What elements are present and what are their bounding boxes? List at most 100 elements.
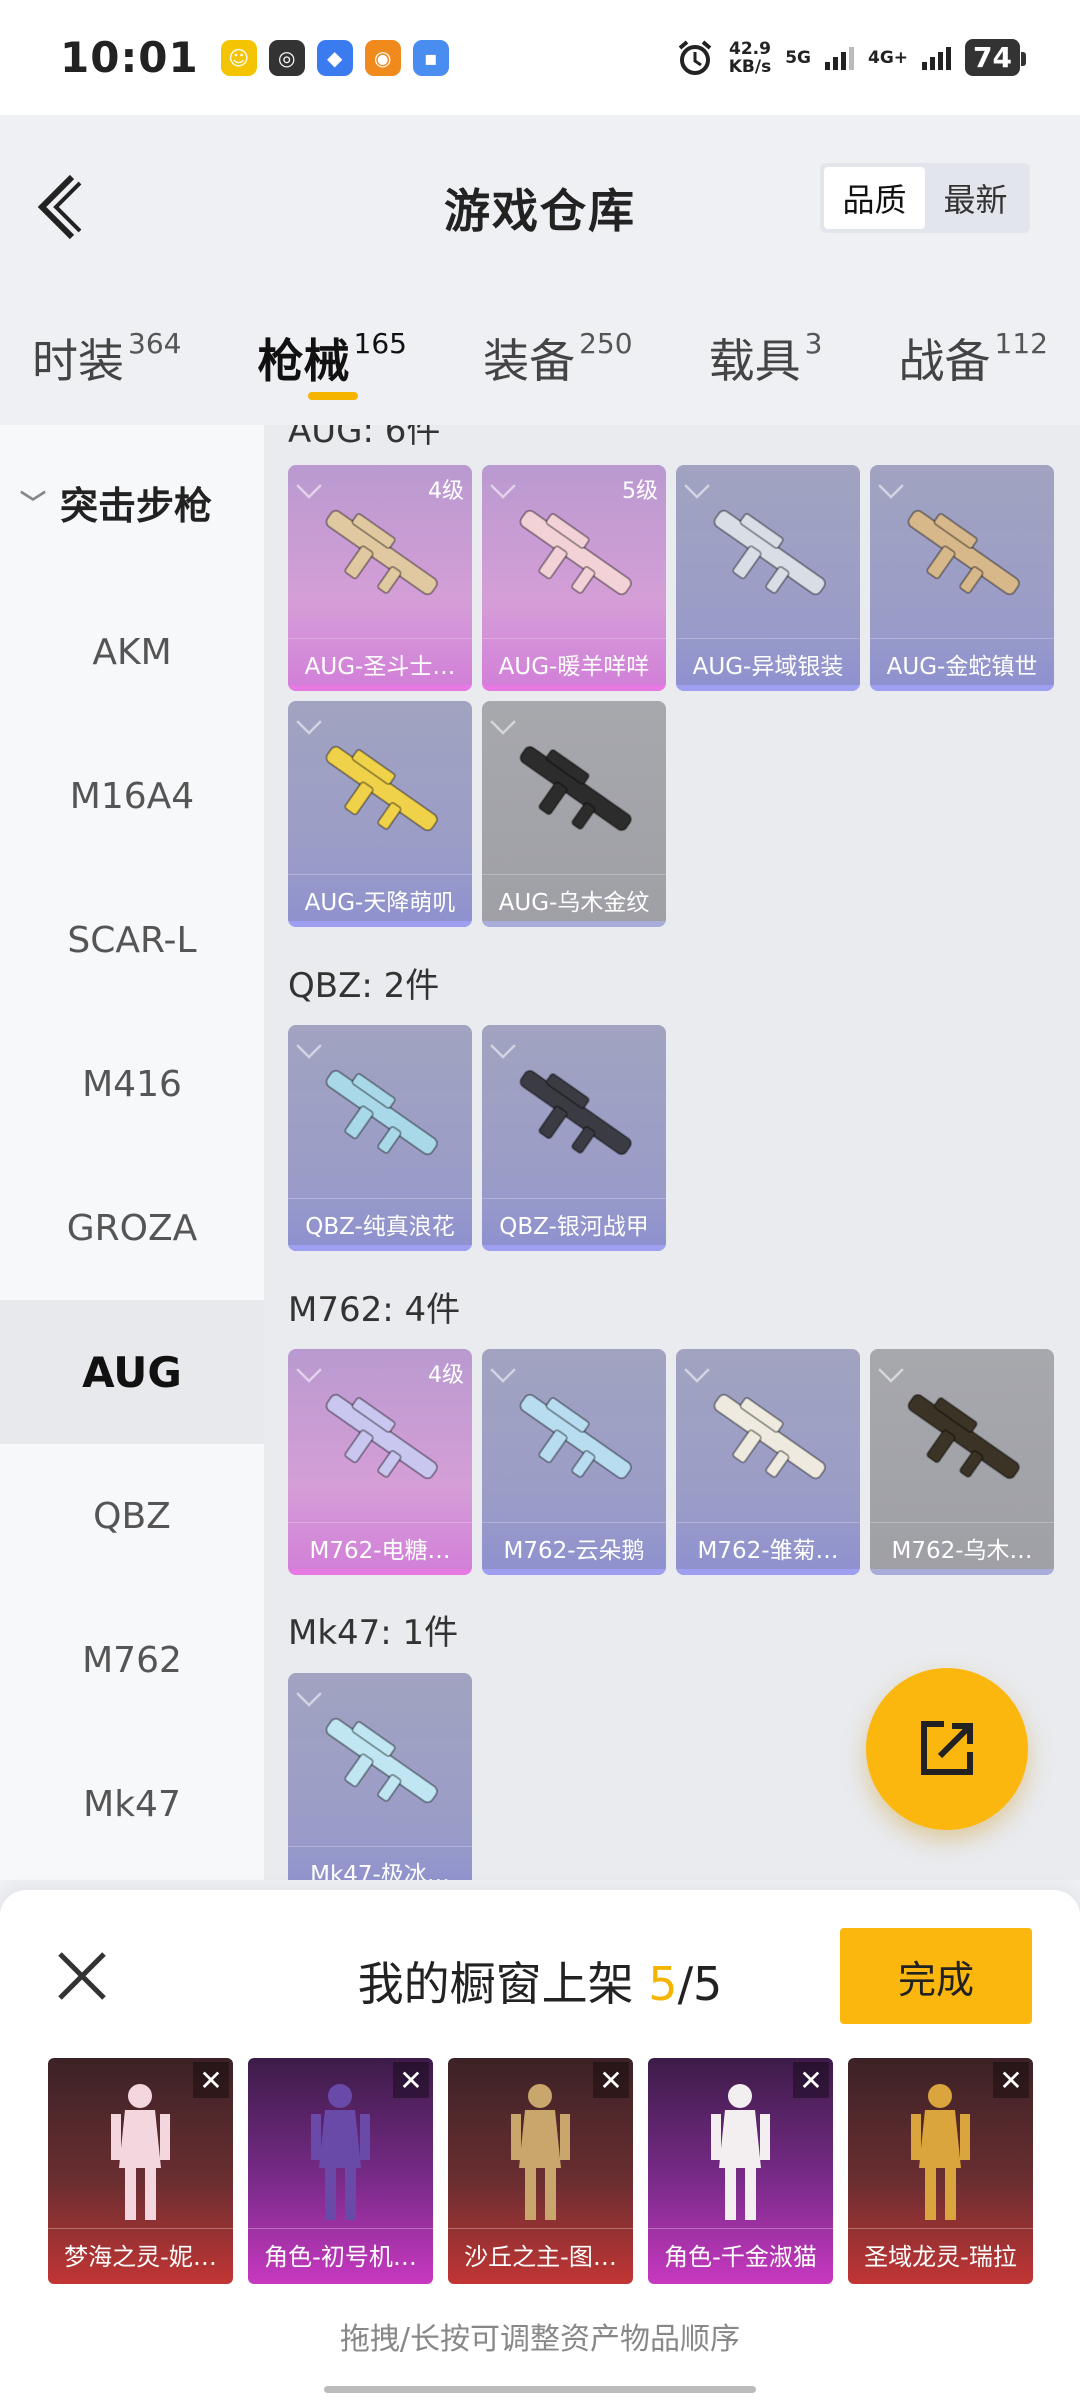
alarm-icon (678, 39, 712, 75)
weapon-image (713, 509, 826, 596)
rarity-bar (676, 685, 860, 691)
weapon-card[interactable]: AUG-异域银装 (676, 465, 860, 691)
notification-app-icons: ☺ ◎ ◆ ◉ ▪ (220, 39, 449, 76)
chevron-down-icon: ﹀ (20, 490, 47, 520)
active-tab-indicator (307, 392, 358, 400)
sidebar-item-akm[interactable]: AKM (0, 580, 264, 724)
weapon-card[interactable]: QBZ-银河战甲 (482, 1025, 666, 1251)
tab-vehicles[interactable]: 载具 3 (709, 300, 823, 425)
done-button[interactable]: 完成 (840, 1928, 1032, 2024)
sidebar-item-m16a4[interactable]: M16A4 (0, 724, 264, 868)
weapon-card[interactable]: AUG-金蛇镇世 (870, 465, 1054, 691)
rarity-bar (676, 1569, 860, 1575)
share-export-icon (921, 1721, 973, 1775)
rarity-bar (482, 921, 666, 927)
tab-label: 载具 (708, 334, 801, 388)
wechat-icon: ◎ (268, 39, 305, 76)
showcase-card[interactable]: ✕ 角色-千金淑猫 (648, 2058, 833, 2284)
sidebar-item-groza[interactable]: GROZA (0, 1156, 264, 1300)
character-figure (711, 2084, 770, 2220)
weapon-card[interactable]: 4级 M762-电糖… (288, 1349, 472, 1575)
weapon-card[interactable]: M762-云朵鹅 (482, 1349, 666, 1575)
weapon-image (325, 1717, 438, 1804)
sort-newest-option[interactable]: 最新 (925, 167, 1026, 229)
showcase-total: /5 (677, 1957, 723, 2011)
weapon-name: AUG-异域银装 (676, 638, 860, 681)
rarity-bar (482, 685, 666, 691)
sidebar-item-mk47[interactable]: Mk47 (0, 1732, 264, 1876)
rarity-bar (870, 685, 1054, 691)
tab-label: 时装 (32, 334, 124, 388)
share-fab-button[interactable] (866, 1668, 1028, 1830)
showcase-card[interactable]: ✕ 圣域龙灵-瑞拉 (848, 2058, 1033, 2284)
weapon-card[interactable]: 4级 AUG-圣斗士… (288, 465, 472, 691)
weapon-card[interactable]: AUG-天降萌叽 (288, 701, 472, 927)
sidebar-item-m416[interactable]: M416 (0, 1012, 264, 1156)
weapon-name: AUG-天降萌叽 (288, 874, 472, 917)
category-tabs: 时装 364 枪械 165 装备 250 载具 3 战备 112 (0, 300, 1080, 425)
weapon-card[interactable]: AUG-乌木金纹 (482, 701, 666, 927)
sidebar-item-m762[interactable]: M762 (0, 1588, 264, 1732)
weapon-name: QBZ-纯真浪花 (288, 1198, 472, 1241)
net1-label: 5G (785, 47, 811, 68)
showcase-card[interactable]: ✕ 角色-初号机… (248, 2058, 433, 2284)
weapon-image (519, 509, 632, 596)
weapon-name: AUG-暖羊咩咩 (482, 638, 666, 681)
remove-icon[interactable]: ✕ (193, 2062, 229, 2098)
weapon-card[interactable]: QBZ-纯真浪花 (288, 1025, 472, 1251)
tab-fashion[interactable]: 时装 364 (32, 300, 181, 425)
character-figure (511, 2084, 570, 2220)
tab-firearms[interactable]: 枪械 165 (258, 300, 407, 425)
remove-icon[interactable]: ✕ (393, 2062, 429, 2098)
weapon-card[interactable]: M762-雏菊… (676, 1349, 860, 1575)
showcase-item-name: 角色-千金淑猫 (648, 2228, 833, 2272)
showcase-item-name: 梦海之灵-妮… (48, 2228, 233, 2272)
character-figure (111, 2084, 170, 2220)
remove-icon[interactable]: ✕ (593, 2062, 629, 2098)
files-app-icon: ▪ (412, 39, 449, 76)
home-indicator[interactable] (324, 2386, 756, 2393)
character-figure (311, 2084, 370, 2220)
weapon-image (325, 1393, 438, 1480)
sidebar-item-qbz[interactable]: QBZ (0, 1444, 264, 1588)
tab-supplies[interactable]: 战备 112 (899, 300, 1048, 425)
weapon-image (713, 1393, 826, 1480)
status-time: 10:01 (60, 33, 199, 82)
remove-icon[interactable]: ✕ (993, 2062, 1029, 2098)
weapon-image (325, 509, 438, 596)
tab-label: 装备 (483, 334, 576, 388)
tab-equipment[interactable]: 装备 250 (483, 300, 632, 425)
group-title-m762: M762: 4件 (288, 1290, 461, 1330)
speed-unit: KB/s (728, 56, 772, 77)
showcase-count: 5 (648, 1957, 678, 2011)
tab-count: 112 (994, 327, 1048, 360)
signal-4g-icon (922, 46, 952, 70)
showcase-item-name: 角色-初号机… (248, 2228, 433, 2272)
weapon-name: M762-云朵鹅 (482, 1522, 666, 1565)
tab-count: 3 (804, 327, 823, 360)
blue-app-icon: ◆ (316, 39, 353, 76)
weapon-name: AUG-乌木金纹 (482, 874, 666, 917)
weapon-name: AUG-圣斗士… (288, 638, 472, 681)
weapon-card[interactable]: Mk47-极冰… (288, 1673, 472, 1880)
showcase-title-text: 我的橱窗上架 (357, 1957, 634, 2011)
weapon-grid: AUG: 6件 QBZ: 2件 M762: 4件 Mk47: 1件 4级 AUG-… (264, 425, 1080, 1880)
sort-quality-option[interactable]: 品质 (824, 167, 925, 229)
weapon-name: QBZ-银河战甲 (482, 1198, 666, 1241)
weapon-image (325, 745, 438, 832)
showcase-card[interactable]: ✕ 梦海之灵-妮… (48, 2058, 233, 2284)
tab-label: 战备 (898, 334, 991, 388)
sidebar-item-scar-l[interactable]: SCAR-L (0, 868, 264, 1012)
tab-label: 枪械 (257, 334, 350, 388)
showcase-item-name: 沙丘之主-图… (448, 2228, 633, 2272)
remove-icon[interactable]: ✕ (793, 2062, 829, 2098)
weapon-card[interactable]: M762-乌木… (870, 1349, 1054, 1575)
showcase-card[interactable]: ✕ 沙丘之主-图… (448, 2058, 633, 2284)
screen: { "status": { "time": "10:01", "speed_va… (0, 0, 1080, 2400)
network-5g: 5G (785, 49, 811, 67)
weapon-card[interactable]: 5级 AUG-暖羊咩咩 (482, 465, 666, 691)
sidebar-category-header[interactable]: ﹀ 突击步枪 (0, 425, 264, 580)
weapon-sidebar: ﹀ 突击步枪 AKM M16A4 SCAR-L M416 GROZA AUG QBZ M762… (0, 425, 264, 1880)
sidebar-item-aug[interactable]: AUG (0, 1300, 264, 1444)
rarity-bar (482, 1569, 666, 1575)
